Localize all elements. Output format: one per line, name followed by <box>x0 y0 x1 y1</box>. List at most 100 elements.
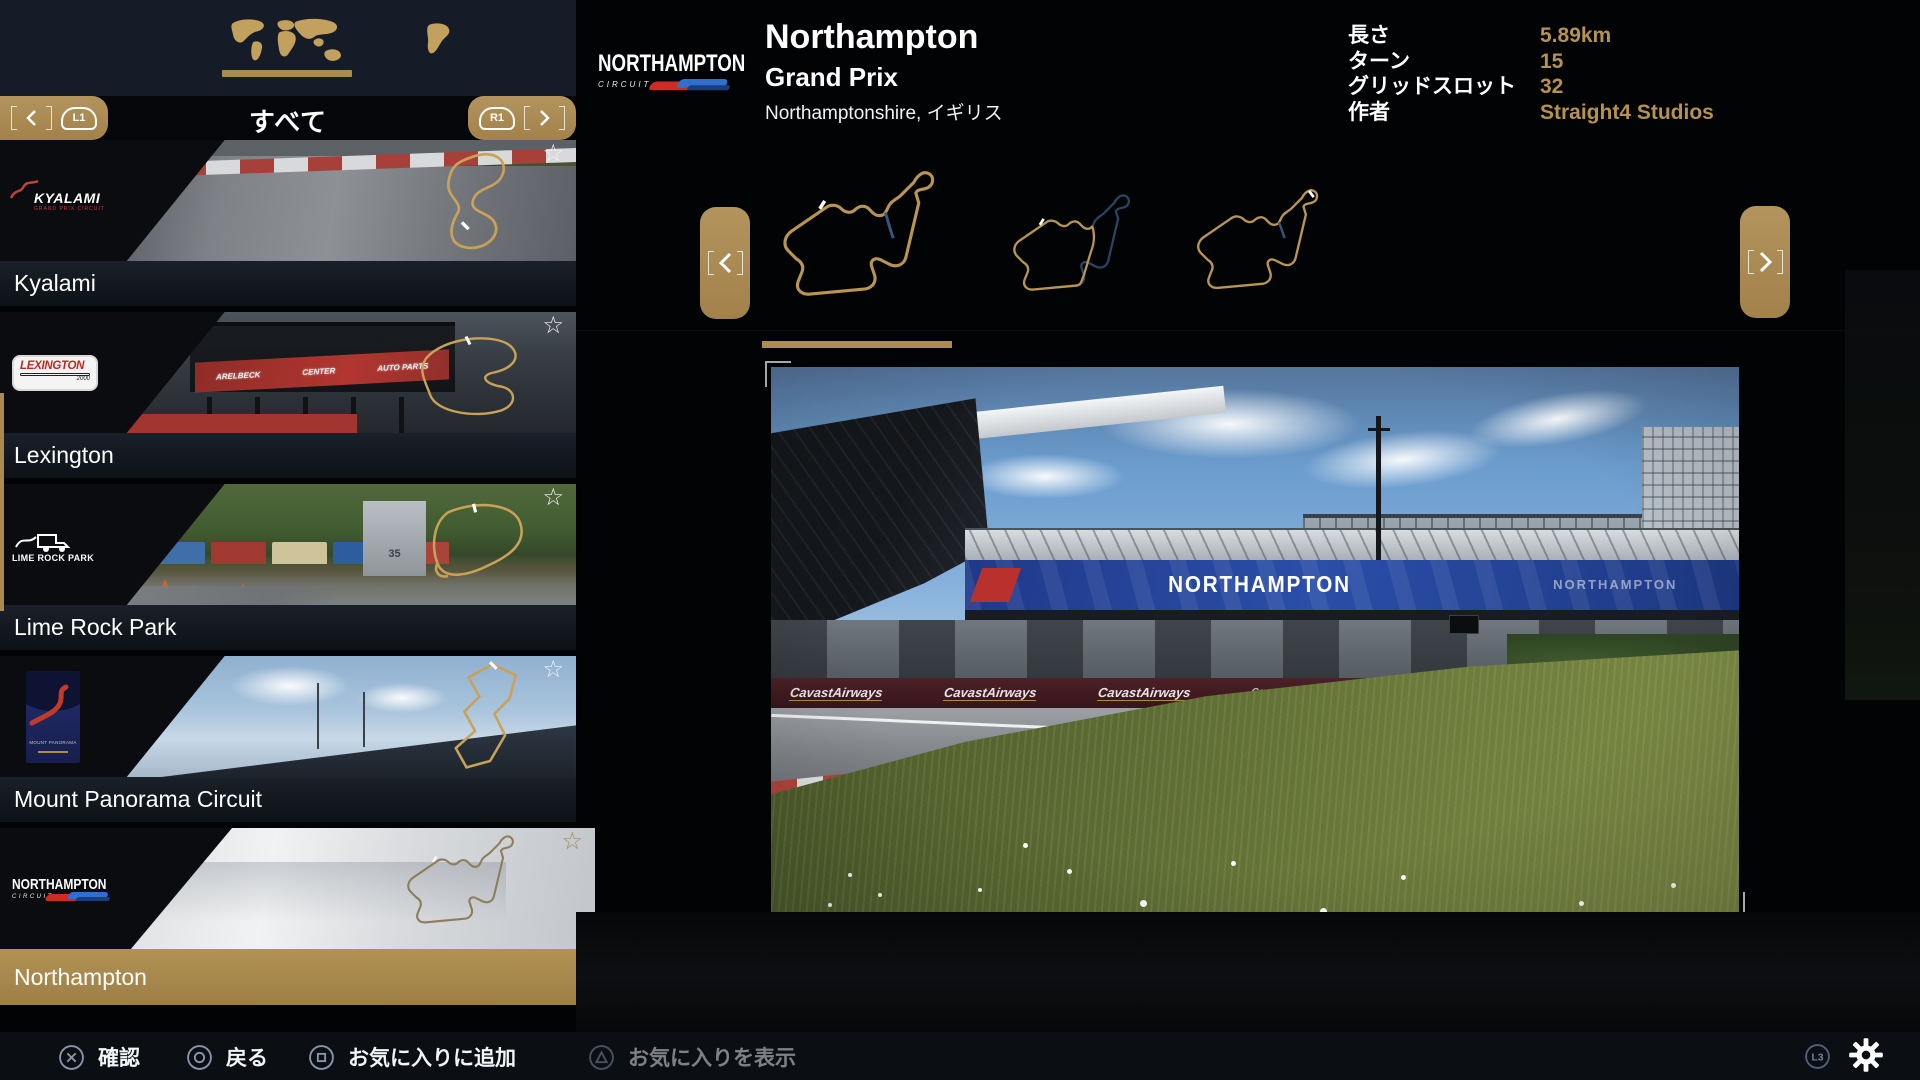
world-map-icon <box>221 16 353 66</box>
track-name-bar: Lime Rock Park <box>0 605 576 650</box>
track-stats: 長さ 5.89km ターン 15 グリッドスロット 32 作者 Straight… <box>1348 24 1714 124</box>
logo-subtext: 2000 <box>20 376 90 382</box>
track-thumbnail: 35 LIME ROCK PARK ☆ <box>0 484 576 605</box>
north-america-icon <box>423 20 453 58</box>
stat-value: 15 <box>1540 50 1714 74</box>
chevron-right-icon <box>1759 251 1772 273</box>
track-list-item-lexington[interactable]: ARELBECK CENTER AUTO PARTS LEXINGTON 200… <box>0 312 576 478</box>
logo-text: LEXINGTON <box>20 360 90 372</box>
logo-text: NORTHAMPTON <box>598 50 715 78</box>
bracket <box>1748 250 1754 274</box>
bracket <box>737 251 743 275</box>
lexington-logo: LEXINGTON 2000 <box>12 312 132 433</box>
logo-subtext: GRAND PRIX CIRCUIT <box>34 206 132 212</box>
ps-square-icon <box>308 1044 335 1071</box>
scene-pole <box>363 692 365 746</box>
add-favorite-action[interactable]: お気に入りに追加 <box>308 1042 516 1072</box>
photo-corner-bracket <box>765 361 791 387</box>
track-thumbnail: ARELBECK CENTER AUTO PARTS LEXINGTON 200… <box>0 312 576 433</box>
track-thumbnail: MOUNT PANORAMA ☆ <box>0 656 576 777</box>
layout-next-button[interactable] <box>1740 206 1790 318</box>
favorite-star-icon[interactable]: ☆ <box>542 486 564 510</box>
sidebar-prev-category-button[interactable]: L1 <box>0 96 108 140</box>
kyalami-logo: KYALAMI GRAND PRIX CIRCUIT <box>12 140 132 261</box>
action-label: お気に入りを表示 <box>628 1042 796 1072</box>
chevron-left-icon <box>719 252 732 274</box>
background-scene-bottom <box>576 912 1920 1032</box>
track-list-item-kyalami[interactable]: KYALAMI GRAND PRIX CIRCUIT ☆ Kyalami <box>0 140 576 306</box>
l3-stick-hint: L3 <box>1804 1043 1831 1075</box>
layout-option-international[interactable] <box>1178 183 1336 322</box>
logo-text: NORTHAMPTON <box>12 876 108 893</box>
favorite-star-icon[interactable]: ☆ <box>542 658 564 682</box>
track-name-bar: Kyalami <box>0 261 576 306</box>
action-label: 戻る <box>226 1042 268 1072</box>
layout-option-grand-prix-selected[interactable] <box>760 163 956 336</box>
logo-text: LIME ROCK PARK <box>12 553 132 563</box>
logo-swoosh <box>46 892 116 902</box>
vignette <box>771 367 1739 912</box>
sidebar-scrollbar-thumb[interactable] <box>0 393 4 611</box>
favorite-star-icon[interactable]: ☆ <box>561 830 583 854</box>
track-preview-photo: NORTHAMPTON NORTHAMPTON CavastAirways Ca… <box>771 367 1739 912</box>
sidebar-next-category-button[interactable]: R1 <box>468 96 576 140</box>
track-list-item-lime-rock-park[interactable]: 35 LIME ROCK PARK ☆ Lime Rock Park <box>0 484 576 650</box>
favorite-star-icon[interactable]: ☆ <box>542 314 564 338</box>
track-location: Northamptonshire, イギリス <box>765 98 1003 125</box>
track-map-outline <box>412 492 534 590</box>
ps-circle-icon <box>186 1044 213 1071</box>
track-list-item-northampton-selected[interactable]: NORTHAMPTON CIRCUIT ☆ Northampton <box>0 828 595 1005</box>
track-name: Kyalami <box>0 270 96 297</box>
tower-number: 35 <box>388 548 400 560</box>
tab-world-map[interactable] <box>218 14 356 78</box>
logo-text: KYALAMI <box>34 190 132 206</box>
layout-prev-button[interactable] <box>700 207 750 319</box>
track-name-bar: Lexington <box>0 433 576 478</box>
ps-triangle-icon <box>588 1044 615 1071</box>
track-name: Lime Rock Park <box>0 614 176 641</box>
mount-panorama-logo: MOUNT PANORAMA <box>12 656 132 777</box>
bracket <box>11 106 17 130</box>
action-label: お気に入りに追加 <box>348 1042 516 1072</box>
favorite-star-icon[interactable]: ☆ <box>542 142 564 166</box>
selected-layout-underline <box>762 341 952 348</box>
ps-cross-icon <box>58 1044 85 1071</box>
bracket <box>524 106 530 130</box>
stat-label: グリッドスロット <box>1348 75 1540 99</box>
back-action[interactable]: 戻る <box>186 1042 268 1072</box>
layout-option-national[interactable] <box>995 188 1147 323</box>
track-name: Northampton <box>0 964 147 991</box>
confirm-action[interactable]: 確認 <box>58 1042 140 1072</box>
track-thumbnail: KYALAMI GRAND PRIX CIRCUIT ☆ <box>0 140 576 261</box>
stat-label: ターン <box>1348 50 1540 74</box>
northampton-logo: NORTHAMPTON CIRCUIT <box>12 828 132 949</box>
background-scene-right <box>1845 270 1920 700</box>
stat-value: 32 <box>1540 75 1714 99</box>
cloud <box>230 666 350 706</box>
track-name: Lexington <box>0 442 114 469</box>
track-thumbnail: NORTHAMPTON CIRCUIT ☆ <box>0 828 595 949</box>
bracket <box>1777 250 1783 274</box>
track-name: Mount Panorama Circuit <box>0 786 262 813</box>
gear-icon <box>1848 1037 1884 1073</box>
track-map-outline <box>380 830 540 948</box>
track-list-item-mount-panorama[interactable]: MOUNT PANORAMA ☆ Mount Panorama Circuit <box>0 656 576 822</box>
track-map-outline <box>398 144 528 256</box>
action-label: 確認 <box>98 1042 140 1072</box>
stat-value: Straight4 Studios <box>1540 101 1714 125</box>
chevron-left-icon <box>26 109 37 127</box>
bracket <box>559 106 565 130</box>
track-name-bar: Mount Panorama Circuit <box>0 777 576 822</box>
logo-swoosh <box>650 79 738 92</box>
settings-gear-button[interactable] <box>1848 1037 1884 1078</box>
track-name-bar-selected: Northampton <box>0 949 595 1005</box>
stat-label: 長さ <box>1348 24 1540 48</box>
bracket <box>46 106 52 130</box>
tab-north-america[interactable] <box>418 20 458 64</box>
stat-label: 作者 <box>1348 101 1540 125</box>
l1-button-icon: L1 <box>61 107 97 130</box>
show-favorites-action-disabled[interactable]: お気に入りを表示 <box>588 1042 796 1072</box>
logo-text: MOUNT PANORAMA <box>26 740 80 745</box>
track-map-outline <box>415 658 533 776</box>
scene-red-roof <box>104 414 357 433</box>
